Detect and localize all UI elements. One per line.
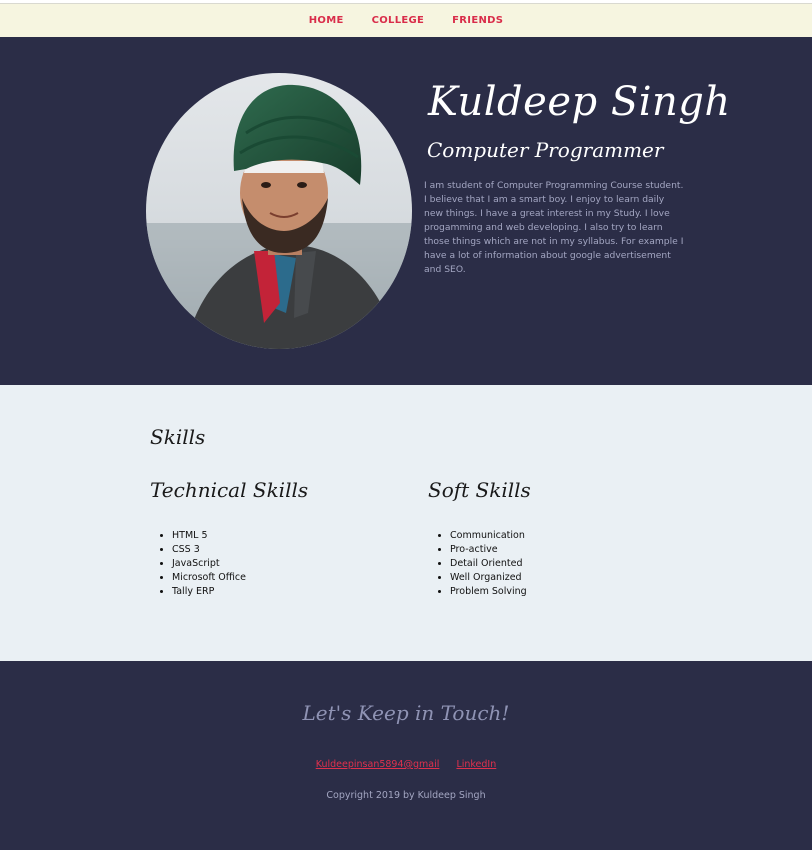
footer-links: Kuldeepinsan5894@gmail LinkedIn bbox=[0, 759, 812, 770]
list-item: Communication bbox=[450, 529, 527, 543]
list-item: Pro-active bbox=[450, 543, 527, 557]
footer: Let's Keep in Touch! Kuldeepinsan5894@gm… bbox=[0, 661, 812, 850]
list-item: Microsoft Office bbox=[172, 571, 246, 585]
soft-skills-heading: Soft Skills bbox=[428, 478, 531, 502]
hero-section: Kuldeep Singh Computer Programmer I am s… bbox=[0, 37, 812, 385]
linkedin-link[interactable]: LinkedIn bbox=[456, 759, 496, 770]
hero-bio: I am student of Computer Programming Cou… bbox=[424, 180, 684, 275]
email-link[interactable]: Kuldeepinsan5894@gmail bbox=[316, 759, 440, 770]
list-item: JavaScript bbox=[172, 557, 246, 571]
skills-heading: Skills bbox=[150, 425, 206, 449]
list-item: Problem Solving bbox=[450, 585, 527, 599]
copyright-text: Copyright 2019 by Kuldeep Singh bbox=[326, 790, 486, 801]
nav-link-home[interactable]: HOME bbox=[309, 15, 344, 26]
footer-heading: Let's Keep in Touch! bbox=[302, 701, 510, 725]
list-item: HTML 5 bbox=[172, 529, 246, 543]
soft-skills-list: Communication Pro-active Detail Oriented… bbox=[428, 529, 527, 599]
hero-role: Computer Programmer bbox=[427, 138, 664, 162]
list-item: CSS 3 bbox=[172, 543, 246, 557]
list-item: Well Organized bbox=[450, 571, 527, 585]
profile-photo bbox=[146, 73, 412, 349]
technical-skills-heading: Technical Skills bbox=[150, 478, 309, 502]
hero-name: Kuldeep Singh bbox=[428, 79, 731, 125]
nav-link-friends[interactable]: FRIENDS bbox=[452, 15, 503, 26]
list-item: Tally ERP bbox=[172, 585, 246, 599]
top-nav: HOME COLLEGE FRIENDS bbox=[0, 3, 812, 37]
nav-link-college[interactable]: COLLEGE bbox=[372, 15, 425, 26]
technical-skills-list: HTML 5 CSS 3 JavaScript Microsoft Office… bbox=[150, 529, 246, 599]
skills-section: Skills Technical Skills HTML 5 CSS 3 Jav… bbox=[0, 385, 812, 661]
list-item: Detail Oriented bbox=[450, 557, 527, 571]
